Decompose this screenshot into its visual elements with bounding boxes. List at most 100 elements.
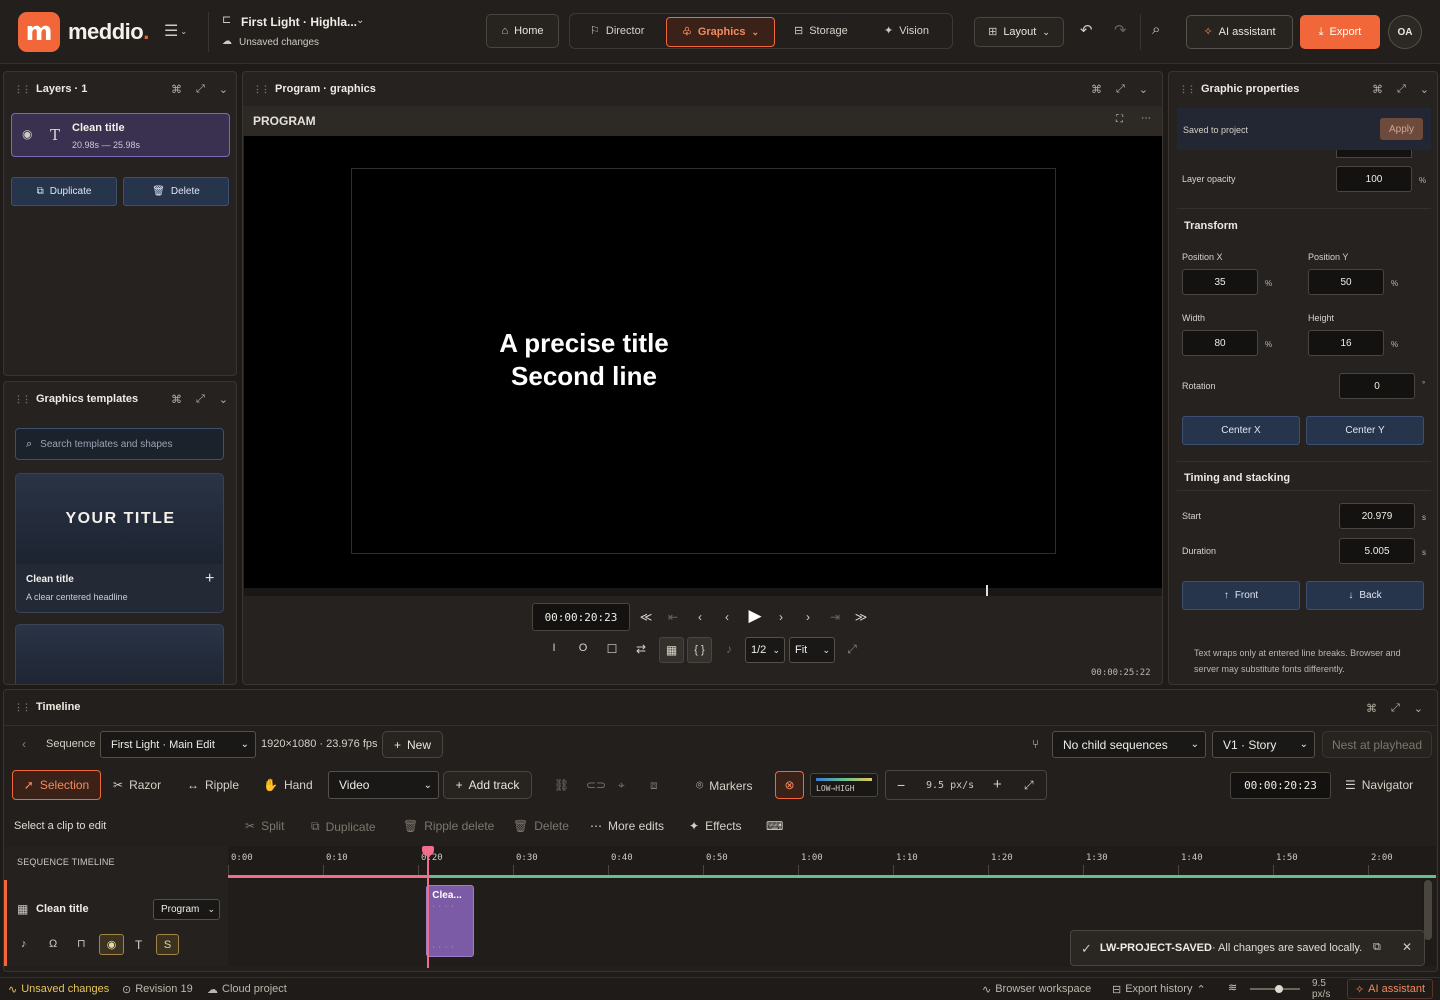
timeline-scrollbar[interactable] (1424, 880, 1432, 940)
start-field[interactable]: 20.979 (1339, 503, 1415, 529)
opacity-field[interactable]: 100 (1336, 166, 1412, 192)
width-field[interactable]: 80 (1182, 330, 1258, 356)
chevron-down-icon[interactable]: ⌄ (1139, 83, 1148, 96)
pin-icon[interactable]: ⌘ (1091, 83, 1102, 96)
status-workspace[interactable]: ∿ Browser workspace (982, 983, 1091, 996)
keyboard-icon[interactable]: ⌨ (766, 819, 783, 833)
status-export-history[interactable]: ⊟ Export history ⌃ (1112, 983, 1206, 996)
text-track-toggle[interactable]: T (135, 938, 142, 952)
razor-tool[interactable]: ✂ Razor (113, 778, 161, 792)
logo-icon[interactable]: m (18, 12, 60, 52)
mark-in-button[interactable]: I (546, 642, 562, 654)
nest-button[interactable]: Nest at playhead (1322, 731, 1432, 758)
more-icon[interactable]: ⋯ (1141, 114, 1151, 124)
status-unsaved[interactable]: ∿ Unsaved changes (8, 983, 109, 996)
template-search[interactable]: ⌕ Search templates and shapes (15, 428, 224, 460)
tab-director[interactable]: ⚐ Director (584, 14, 656, 48)
prev-frame-icon[interactable]: ‹ (719, 610, 735, 624)
child-sequence-select[interactable]: No child sequences ⌄ (1052, 731, 1206, 758)
chevron-down-icon[interactable]: ⌄ (356, 16, 364, 26)
step-back-icon[interactable]: ‹ (692, 610, 708, 624)
delete-clip-button[interactable]: 🗑 Delete (513, 819, 569, 833)
play-icon[interactable]: ▶ (745, 606, 765, 626)
unlink-icon[interactable]: ⊂⊃ (586, 778, 606, 792)
chevron-down-icon[interactable]: ⌄ (1414, 702, 1423, 715)
layers-icon[interactable]: ≋ (1228, 983, 1237, 994)
stop-icon[interactable]: ☐ (604, 642, 620, 656)
center-x-button[interactable]: Center X (1182, 416, 1300, 445)
code-icon[interactable]: { } (687, 637, 712, 663)
back-icon[interactable]: ‹ (22, 737, 26, 751)
delete-layer-button[interactable]: 🗑 Delete (123, 177, 229, 206)
group-icon[interactable]: ⧈ (650, 778, 658, 793)
lock-icon[interactable]: ⊓ (77, 939, 86, 950)
headphones-icon[interactable]: Ω (49, 939, 57, 950)
step-forward-icon[interactable]: › (800, 610, 816, 624)
tab-vision[interactable]: ✦ Vision (878, 14, 942, 48)
template-card[interactable]: YOUR TITLE Clean title A clear centered … (15, 473, 224, 613)
playhead[interactable] (422, 846, 435, 968)
resolution-select[interactable]: 1/2 ⌄ (745, 637, 785, 663)
zoom-slider[interactable] (1250, 985, 1300, 993)
home-button[interactable]: ⌂ Home (486, 14, 559, 48)
speaker-icon[interactable]: ♪ (21, 939, 27, 950)
zoom-slider-thumb[interactable] (1275, 985, 1283, 993)
scrub-bar[interactable] (244, 585, 1162, 596)
close-icon[interactable]: ✕ (1402, 941, 1412, 953)
selection-tool[interactable]: ➚ Selection (12, 770, 101, 800)
chevron-down-icon[interactable]: ⌄ (1420, 83, 1429, 96)
snap-icon[interactable]: ⌖ (618, 778, 625, 793)
zoom-select[interactable]: Fit ⌄ (789, 637, 835, 663)
zoom-in-icon[interactable]: + (993, 776, 1002, 793)
fullscreen-icon[interactable]: ⤢ (844, 642, 860, 657)
posx-field[interactable]: 35 (1182, 269, 1258, 295)
height-field[interactable]: 16 (1308, 330, 1384, 356)
redo-icon[interactable]: ↷ (1114, 23, 1127, 38)
waveform-toggle[interactable]: LOW→HIGH (810, 773, 878, 797)
chevron-down-icon[interactable]: ⌄ (219, 83, 228, 96)
tab-graphics[interactable]: ♧ Graphics ⌄ (666, 17, 775, 47)
expand-icon[interactable]: ⤢ (1116, 83, 1125, 96)
navigator-button[interactable]: ☰ Navigator (1345, 778, 1413, 792)
ripple-delete-button[interactable]: 🗑 Ripple delete (403, 819, 494, 833)
rotation-field[interactable]: 0 (1339, 373, 1415, 399)
graphic-title-text[interactable]: A precise title Second line (444, 327, 724, 393)
copy-icon[interactable]: ⧉ (1373, 942, 1381, 953)
layout-button[interactable]: ⊞ Layout ⌄ (974, 17, 1064, 47)
add-track-button[interactable]: + Add track (443, 771, 532, 799)
go-end-icon[interactable]: ⇥ (827, 610, 843, 624)
magnet-icon[interactable]: ⊗ (775, 771, 804, 799)
timeline-timecode[interactable]: 00:00:20:23 (1230, 772, 1331, 799)
grid-icon[interactable]: ▦ (659, 637, 684, 663)
track-select[interactable]: V1 · Story ⌄ (1212, 731, 1315, 758)
scrub-handle[interactable] (986, 585, 988, 596)
program-viewer[interactable]: A precise title Second line (244, 136, 1162, 588)
ai-assistant-button[interactable]: ✧ AI assistant (1186, 15, 1293, 49)
fullscreen-icon[interactable]: ⛶ (1116, 115, 1123, 125)
status-revision[interactable]: ⊙ Revision 19 (122, 983, 193, 996)
tab-storage[interactable]: ⊟ Storage (788, 14, 860, 48)
status-ai-button[interactable]: ✧ AI assistant (1347, 979, 1433, 999)
bring-front-button[interactable]: ↑ Front (1182, 581, 1300, 610)
mark-out-button[interactable]: O (575, 642, 591, 654)
center-y-button[interactable]: Center Y (1306, 416, 1424, 445)
rewind-icon[interactable]: ≪ (638, 610, 654, 624)
go-start-icon[interactable]: ⇤ (665, 610, 681, 624)
pin-icon[interactable]: ⌘ (171, 83, 182, 96)
pin-icon[interactable]: ⌘ (1366, 702, 1377, 715)
duplicate-clip-button[interactable]: ⧉ Duplicate (311, 819, 376, 834)
new-sequence-button[interactable]: + New (382, 731, 443, 758)
markers-button[interactable]: ⌾ Markers (696, 778, 753, 793)
duration-field[interactable]: 5.005 (1339, 538, 1415, 564)
pin-icon[interactable]: ⌘ (1372, 83, 1383, 96)
project-title[interactable]: First Light · Highla... (241, 15, 357, 29)
link-icon[interactable]: ⛓ (554, 778, 569, 792)
effects-button[interactable]: ✦ Effects (689, 819, 742, 833)
layer-item[interactable]: ◉ T Clean title 20.98s — 25.98s (11, 113, 230, 157)
sequence-select[interactable]: First Light · Main Edit ⌄ (100, 731, 256, 758)
volume-icon[interactable]: ♪ (721, 642, 737, 656)
more-edits-button[interactable]: ⋯ More edits (590, 819, 664, 833)
export-button[interactable]: ⤓ Export (1300, 15, 1380, 49)
avatar[interactable]: OA (1388, 15, 1422, 49)
hand-tool[interactable]: ✋ Hand (263, 778, 313, 792)
